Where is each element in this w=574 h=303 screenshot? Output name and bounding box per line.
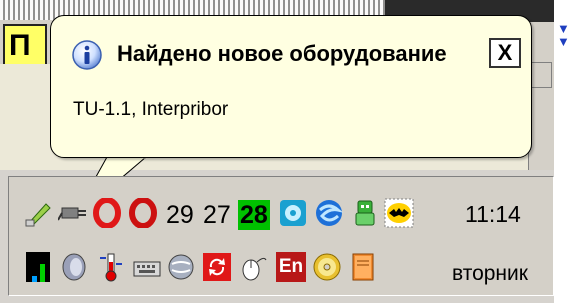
background-scroll-button[interactable] xyxy=(530,62,552,88)
balloon-message: TU-1.1, Interpribor xyxy=(73,99,229,120)
balloon-title: Найдено новое оборудование xyxy=(117,41,447,66)
robot-icon[interactable] xyxy=(350,198,380,228)
language-icon[interactable]: En xyxy=(276,252,306,282)
swirl-icon[interactable] xyxy=(314,198,344,228)
tray-number-28[interactable]: 28 xyxy=(238,200,270,230)
background-tab[interactable]: П xyxy=(3,24,47,64)
mouse-icon[interactable] xyxy=(238,252,268,282)
cpu-meter-icon[interactable] xyxy=(24,252,54,282)
bat-icon[interactable] xyxy=(384,198,414,228)
keyboard-icon[interactable] xyxy=(132,252,162,282)
opera-icon-2[interactable] xyxy=(128,198,158,228)
tray-day[interactable]: вторник xyxy=(452,262,528,286)
book-icon[interactable] xyxy=(348,252,378,282)
disc-app-icon[interactable] xyxy=(278,198,308,228)
expand-arrow-icon[interactable]: ▼ ▼ xyxy=(557,22,570,48)
usb-pen-icon[interactable] xyxy=(24,198,54,228)
background-scrollbar[interactable] xyxy=(528,22,555,170)
refresh-icon[interactable] xyxy=(202,252,232,282)
plug-icon[interactable] xyxy=(58,198,88,228)
tray-clock[interactable]: 11:14 xyxy=(465,201,521,228)
thermometer-icon[interactable] xyxy=(96,252,126,282)
tray-number-27[interactable]: 27 xyxy=(203,200,231,230)
tray-number-29[interactable]: 29 xyxy=(166,200,194,230)
cd-icon[interactable] xyxy=(312,252,342,282)
sound-icon[interactable] xyxy=(60,252,90,282)
opera-icon[interactable] xyxy=(92,198,122,228)
new-hardware-balloon[interactable]: Найдено новое оборудование X TU-1.1, Int… xyxy=(50,15,532,158)
globe-icon[interactable] xyxy=(166,252,196,282)
close-button[interactable]: X xyxy=(489,38,521,68)
info-icon xyxy=(72,40,102,70)
